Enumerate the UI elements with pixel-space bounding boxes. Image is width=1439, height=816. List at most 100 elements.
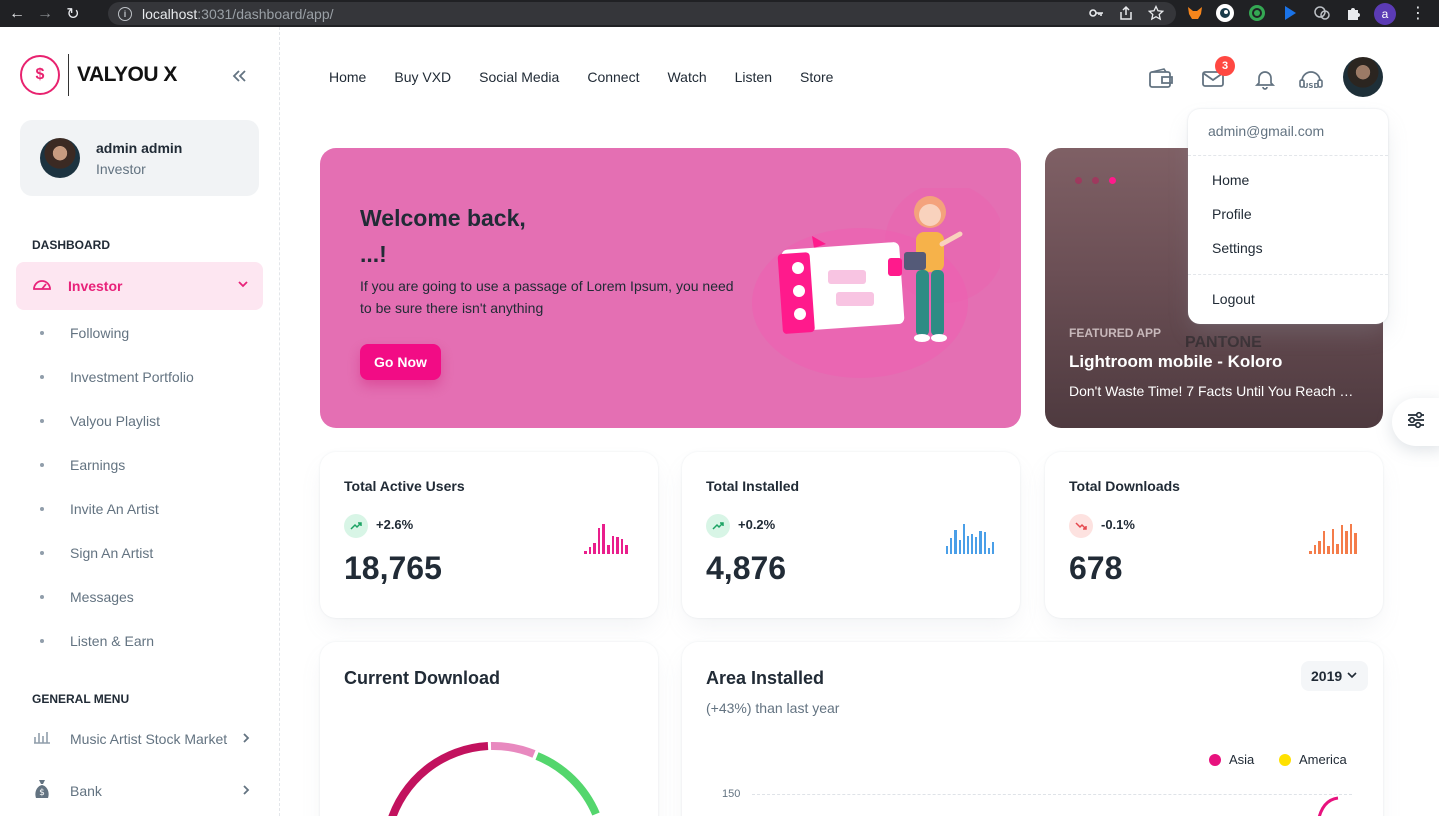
- nav-link-listen[interactable]: Listen: [735, 69, 772, 85]
- sidebar-item-bank[interactable]: $ Bank: [32, 779, 252, 803]
- sidebar: $ VALYOU X admin admin Investor DASHBOAR…: [0, 27, 280, 816]
- sparkline-bar: [584, 550, 587, 554]
- sliders-icon: [1406, 411, 1426, 434]
- usd-headset-icon[interactable]: USD: [1298, 66, 1324, 92]
- chevron-right-icon: [240, 784, 252, 799]
- stat-percent: +2.6%: [376, 517, 414, 532]
- sidebar-item-messages[interactable]: Messages: [40, 587, 134, 607]
- fox-extension-icon[interactable]: [1185, 3, 1205, 23]
- play-extension-icon[interactable]: [1280, 3, 1300, 23]
- browser-toolbar: ← → ↻ i localhost:3031/dashboard/app/ a …: [0, 0, 1439, 27]
- account-menu: admin@gmail.com Home Profile Settings Lo…: [1188, 109, 1388, 324]
- go-now-button[interactable]: Go Now: [360, 344, 441, 380]
- sparkline-bar: [950, 538, 953, 554]
- legend-label: Asia: [1229, 752, 1255, 767]
- sparkline-bar: [1327, 545, 1330, 554]
- welcome-illustration: [752, 188, 1000, 378]
- carousel-dot[interactable]: [1075, 177, 1082, 184]
- cloud-extension-icon[interactable]: [1312, 3, 1332, 23]
- settings-drawer-button[interactable]: [1392, 398, 1439, 446]
- sidebar-item-following[interactable]: Following: [40, 323, 129, 343]
- brand-logo[interactable]: $ VALYOU X: [20, 54, 177, 96]
- user-card[interactable]: admin admin Investor: [20, 120, 259, 196]
- sparkline-bar: [1331, 529, 1335, 554]
- sidebar-item-earnings[interactable]: Earnings: [40, 455, 125, 475]
- nav-link-watch[interactable]: Watch: [667, 69, 706, 85]
- year-select[interactable]: 2019: [1301, 661, 1368, 691]
- stock-chart-icon: [32, 728, 52, 751]
- sparkline-bar: [606, 545, 610, 554]
- menu-item-home[interactable]: Home: [1212, 172, 1249, 188]
- back-icon[interactable]: ←: [6, 3, 28, 25]
- site-info-icon[interactable]: i: [118, 6, 132, 21]
- card-subtitle: (+43%) than last year: [706, 700, 840, 716]
- bullet-icon: [40, 419, 44, 423]
- sparkline-bar: [1322, 531, 1326, 554]
- profile-avatar-icon[interactable]: a: [1374, 3, 1396, 25]
- reload-icon[interactable]: ↻: [62, 3, 84, 25]
- area-line-chart: [1317, 796, 1339, 816]
- svg-text:USD: USD: [1303, 82, 1320, 90]
- sparkline-bar: [991, 541, 995, 554]
- account-email: admin@gmail.com: [1208, 123, 1325, 139]
- legend-asia[interactable]: Asia: [1209, 752, 1254, 767]
- stat-title: Total Installed: [706, 478, 800, 494]
- sparkline-bar: [593, 543, 596, 554]
- address-bar[interactable]: i localhost:3031/dashboard/app/: [108, 2, 1176, 25]
- chevron-down-icon: [1346, 669, 1358, 684]
- sparkline-bar: [611, 535, 615, 554]
- sidebar-item-music-artist-stock-market[interactable]: Music Artist Stock Market: [32, 727, 252, 751]
- nav-link-store[interactable]: Store: [800, 69, 833, 85]
- sparkline-bar: [1345, 531, 1348, 554]
- legend-swatch: [1279, 753, 1291, 766]
- sidebar-item-label: Messages: [70, 589, 134, 605]
- stat-card-total-downloads: Total Downloads -0.1% 678: [1045, 452, 1383, 618]
- url-path: :3031/dashboard/app/: [197, 5, 334, 22]
- area-installed-card: Area Installed (+43%) than last year 201…: [682, 642, 1383, 816]
- wallet-icon[interactable]: [1148, 66, 1174, 92]
- nav-link-buy-vxd[interactable]: Buy VXD: [394, 69, 451, 85]
- account-avatar[interactable]: [1343, 57, 1383, 97]
- sidebar-item-sign-artist[interactable]: Sign An Artist: [40, 543, 153, 563]
- key-icon[interactable]: [1088, 5, 1104, 21]
- puzzle-extensions-icon[interactable]: [1344, 3, 1364, 23]
- url-host: localhost: [142, 5, 198, 22]
- sidebar-item-valyou-playlist[interactable]: Valyou Playlist: [40, 411, 160, 431]
- menu-item-profile[interactable]: Profile: [1212, 206, 1252, 222]
- forward-icon[interactable]: →: [34, 3, 56, 25]
- carousel-dot-active[interactable]: [1109, 177, 1116, 184]
- share-icon[interactable]: [1118, 5, 1134, 21]
- sidebar-item-listen-earn[interactable]: Listen & Earn: [40, 631, 154, 651]
- sparkline-bar: [946, 546, 949, 554]
- star-icon[interactable]: [1148, 5, 1164, 21]
- sparkline-bar: [1349, 524, 1353, 554]
- sparkline-bar: [1336, 543, 1339, 554]
- menu-item-logout[interactable]: Logout: [1212, 291, 1255, 307]
- sidebar-item-investor[interactable]: Investor: [16, 262, 263, 310]
- target-extension-icon[interactable]: [1247, 3, 1267, 23]
- sparkline-bar: [1318, 540, 1321, 554]
- legend-america[interactable]: America: [1279, 752, 1347, 767]
- eye-extension-icon[interactable]: [1215, 3, 1235, 23]
- nav-link-connect[interactable]: Connect: [587, 69, 639, 85]
- sidebar-item-investment-portfolio[interactable]: Investment Portfolio: [40, 367, 194, 387]
- more-menu-icon[interactable]: ⋮: [1408, 3, 1428, 23]
- stat-title: Total Downloads: [1069, 478, 1180, 494]
- bell-icon[interactable]: [1252, 66, 1278, 92]
- url-text: localhost:3031/dashboard/app/: [142, 6, 334, 22]
- sparkline-chart: [584, 520, 632, 554]
- menu-item-settings[interactable]: Settings: [1212, 240, 1263, 256]
- collapse-sidebar-icon[interactable]: [230, 67, 248, 85]
- stat-card-total-installed: Total Installed +0.2% 4,876: [682, 452, 1020, 618]
- sidebar-item-label: Following: [70, 325, 130, 341]
- legend-label: America: [1299, 752, 1347, 767]
- carousel-dot[interactable]: [1092, 177, 1099, 184]
- bullet-icon: [40, 463, 44, 467]
- stat-value: 4,876: [706, 550, 787, 586]
- sidebar-item-invite-artist[interactable]: Invite An Artist: [40, 499, 159, 519]
- nav-link-social-media[interactable]: Social Media: [479, 69, 559, 85]
- featured-title[interactable]: Lightroom mobile - Koloro: [1069, 352, 1282, 372]
- nav-link-home[interactable]: Home: [329, 69, 366, 85]
- sparkline-bar: [983, 531, 986, 554]
- stat-title: Total Active Users: [344, 478, 465, 494]
